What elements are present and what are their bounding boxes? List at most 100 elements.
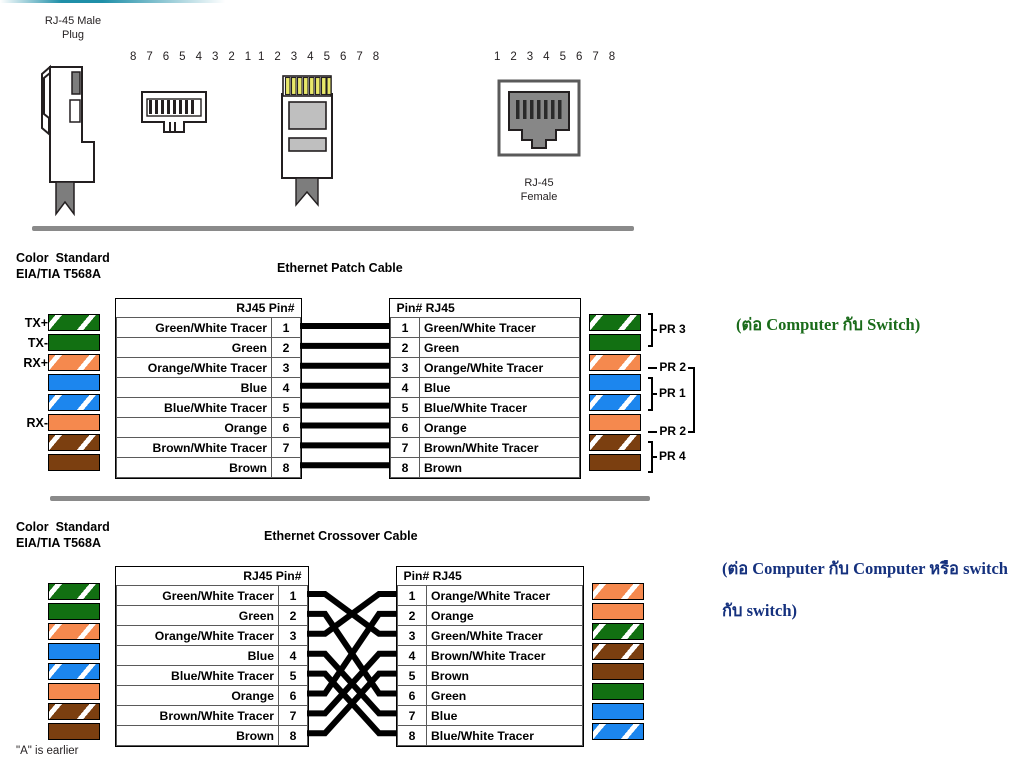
patch-left-table-name-1: Green/White Tracer (116, 317, 272, 338)
patch-right-swatch-4 (589, 374, 641, 391)
crossover-standard-label: Color Standard EIA/TIA T568A (16, 520, 110, 550)
crossover-right-color-swatches (592, 583, 644, 743)
patch-signal-label-8 (10, 455, 48, 475)
patch-left-table-pin-8: 8 (271, 457, 301, 478)
patch-right-table-pin-2: 2 (390, 337, 420, 358)
cross-right-table-name-3: Green/White Tracer (426, 625, 583, 646)
cross-left-table-pin-4: 4 (278, 645, 308, 666)
cross-right-table-pin-8: 8 (397, 725, 427, 746)
cross-right-table-pin-3: 3 (397, 625, 427, 646)
section-divider-top (32, 226, 634, 231)
patch-right-swatch-1 (589, 314, 641, 331)
rj45-male-plug-side-view (41, 64, 95, 217)
patch-right-swatch-2 (589, 334, 641, 351)
crossover-left-swatch-3 (48, 623, 100, 640)
patch-left-swatch-2 (48, 334, 100, 351)
cross-right-table-name-2: Orange (426, 605, 583, 626)
table-row: 5 Blue/White Tracer (390, 397, 580, 418)
patch-right-table-pin-1: 1 (390, 317, 420, 338)
plug-pin-numbers-forward: 1 2 3 4 5 6 7 8 (258, 51, 383, 63)
table-row: Green/White Tracer 1 (116, 317, 301, 338)
patch-right-table-name-6: Orange (419, 417, 580, 438)
rj45-plug-front-view-small (141, 91, 207, 133)
rj45-male-plug-label: RJ-45 Male Plug (44, 15, 102, 41)
patch-left-table-pin-2: 2 (271, 337, 301, 358)
cross-left-table-name-4: Blue (116, 645, 279, 666)
section-divider-bottom (50, 496, 650, 501)
table-row: 3 Orange/White Tracer (390, 357, 580, 378)
patch-left-swatch-3 (48, 354, 100, 371)
patch-right-table-pin-4: 4 (390, 377, 420, 398)
crossover-footnote: "A" is earlier (16, 745, 79, 757)
table-row: Brown 8 (116, 457, 301, 478)
crossover-right-swatch-6 (592, 683, 644, 700)
rj45-female-jack (497, 79, 581, 157)
patch-signal-label-1: TX+ (24, 316, 48, 330)
cross-left-table-pin-2: 2 (278, 605, 308, 626)
patch-left-table-pin-7: 7 (271, 437, 301, 458)
table-row: 2 Orange (397, 605, 583, 626)
patch-right-table-pin-7: 7 (390, 437, 420, 458)
crossover-right-wiring-table: Pin# RJ45 1 Orange/White Tracer 2 Orange 3 Gre… (396, 566, 584, 747)
patch-left-swatch-6 (48, 414, 100, 431)
jack-pin-numbers: 1 2 3 4 5 6 7 8 (494, 51, 619, 63)
patch-left-table-pin-1: 1 (271, 317, 301, 338)
table-row: Blue 4 (116, 645, 308, 666)
patch-signal-label-7 (10, 435, 48, 455)
crossover-right-swatch-3 (592, 623, 644, 640)
table-row: Brown/White Tracer 7 (116, 437, 301, 458)
cross-left-table-name-3: Orange/White Tracer (116, 625, 279, 646)
cross-left-table-pin-3: 3 (278, 625, 308, 646)
patch-pair-label-2a: - PR 2 (652, 360, 687, 374)
patch-title: Ethernet Patch Cable (277, 261, 403, 275)
cross-right-table-pin-7: 7 (397, 705, 427, 726)
patch-left-table-name-2: Green (116, 337, 272, 358)
table-row: Orange/White Tracer 3 (116, 357, 301, 378)
cross-left-table-pin-6: 6 (278, 685, 308, 706)
cross-left-table-name-5: Blue/White Tracer (116, 665, 279, 686)
patch-right-color-swatches (589, 314, 641, 474)
patch-right-table-header: Pin# RJ45 (396, 301, 455, 315)
patch-left-table-name-6: Orange (116, 417, 272, 438)
crossover-right-swatch-7 (592, 703, 644, 720)
table-row: Blue/White Tracer 5 (116, 665, 308, 686)
table-row: 6 Green (397, 685, 583, 706)
cross-left-table-name-2: Green (116, 605, 279, 626)
crossover-left-wiring-table: RJ45 Pin# Green/White Tracer 1 Green 2 Orange… (115, 566, 309, 747)
cross-right-table-pin-6: 6 (397, 685, 427, 706)
patch-pair-label-3: PR 3 (659, 322, 686, 336)
patch-signal-label-4 (10, 375, 48, 395)
cross-right-table-header: Pin# RJ45 (403, 569, 462, 583)
cross-right-table-name-6: Green (426, 685, 583, 706)
table-row: 4 Blue (390, 377, 580, 398)
patch-right-table-name-5: Blue/White Tracer (419, 397, 580, 418)
crossover-right-swatch-8 (592, 723, 644, 740)
rj45-female-label: RJ-45 Female (520, 177, 558, 203)
cross-left-table-name-1: Green/White Tracer (116, 585, 279, 606)
patch-left-swatch-8 (48, 454, 100, 471)
patch-right-table-pin-8: 8 (390, 457, 420, 478)
patch-pair-label-2b: - PR 2 (652, 424, 687, 438)
crossover-left-color-swatches (48, 583, 100, 743)
patch-left-swatch-1 (48, 314, 100, 331)
table-row: 1 Orange/White Tracer (397, 585, 583, 606)
patch-left-table-name-4: Blue (116, 377, 272, 398)
plug-pin-numbers-reversed: 8 7 6 5 4 3 2 1 (130, 51, 255, 63)
table-row: 7 Blue (397, 705, 583, 726)
crossover-left-swatch-6 (48, 683, 100, 700)
patch-left-table-name-5: Blue/White Tracer (116, 397, 272, 418)
crossover-title: Ethernet Crossover Cable (264, 529, 418, 543)
table-row: Orange/White Tracer 3 (116, 625, 308, 646)
cross-left-table-pin-1: 1 (278, 585, 308, 606)
crossover-right-swatch-5 (592, 663, 644, 680)
patch-left-table-pin-5: 5 (271, 397, 301, 418)
table-row: 8 Brown (390, 457, 580, 478)
table-row: Blue/White Tracer 5 (116, 397, 301, 418)
table-row: 3 Green/White Tracer (397, 625, 583, 646)
table-row: Orange 6 (116, 685, 308, 706)
cross-left-table-pin-8: 8 (278, 725, 308, 746)
patch-straight-wires (300, 323, 390, 469)
patch-left-wiring-table: RJ45 Pin# Green/White Tracer 1 Green 2 Orange… (115, 298, 302, 479)
table-row: 4 Brown/White Tracer (397, 645, 583, 666)
cross-left-table-name-7: Brown/White Tracer (116, 705, 279, 726)
